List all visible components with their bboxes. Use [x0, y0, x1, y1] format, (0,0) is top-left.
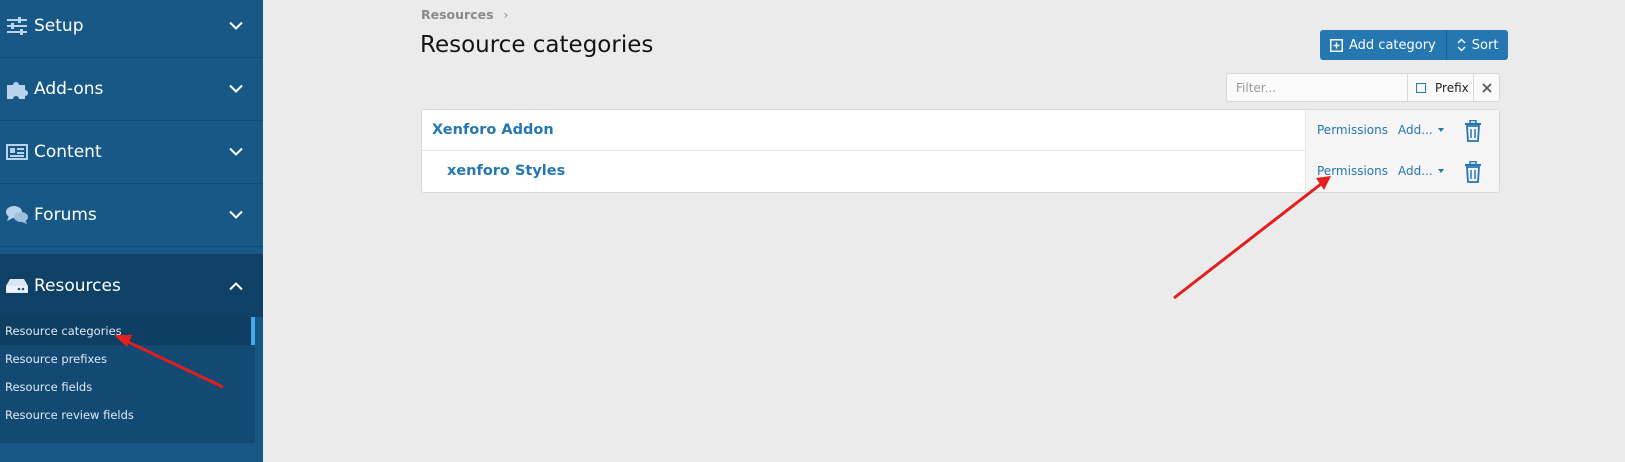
sort-button[interactable]: Sort — [1445, 30, 1509, 60]
nav-section-label: Forums — [34, 205, 97, 225]
row-actions: Permissions Add... — [1305, 151, 1499, 192]
add-menu-label: Add... — [1398, 123, 1433, 137]
content-icon — [6, 141, 28, 163]
breadcrumb: Resources › — [421, 7, 508, 22]
subnav-resource-fields[interactable]: Resource fields — [0, 373, 255, 401]
breadcrumb-separator: › — [503, 7, 509, 22]
toolbar-button-group: Add category Sort — [1320, 30, 1509, 60]
chevron-down-icon — [229, 210, 243, 219]
trash-icon[interactable] — [1463, 120, 1483, 142]
subnav-resource-review-fields[interactable]: Resource review fields — [0, 401, 255, 429]
nav-section-resources[interactable]: Resources — [0, 254, 263, 317]
permissions-link[interactable]: Permissions — [1317, 164, 1388, 178]
nav-section-add-ons[interactable]: Add-ons — [0, 58, 263, 121]
category-list: Xenforo Addon Permissions Add... xenforo… — [421, 109, 1500, 193]
add-menu-button[interactable]: Add... — [1398, 123, 1444, 137]
annotation-arrow-permissions — [1173, 176, 1331, 300]
subnav-resource-categories[interactable]: Resource categories — [0, 317, 255, 345]
puzzle-icon — [6, 78, 28, 100]
category-name-link[interactable]: Xenforo Addon — [432, 122, 554, 138]
category-name-link[interactable]: xenforo Styles — [447, 163, 565, 179]
sort-label: Sort — [1471, 37, 1499, 53]
plus-square-icon — [1330, 38, 1343, 52]
sort-icon — [1457, 38, 1466, 52]
category-row: Xenforo Addon Permissions Add... — [422, 110, 1499, 151]
nav-section-label: Resources — [34, 275, 121, 296]
breadcrumb-item-resources[interactable]: Resources — [421, 7, 494, 22]
permissions-link[interactable]: Permissions — [1317, 123, 1388, 137]
subnav-resource-prefixes[interactable]: Resource prefixes — [0, 345, 255, 373]
comments-icon — [6, 204, 28, 226]
add-menu-button[interactable]: Add... — [1398, 164, 1444, 178]
chevron-up-icon — [229, 281, 243, 290]
chevron-down-icon — [229, 21, 243, 30]
filter-bar: Prefix — [1226, 73, 1500, 102]
caret-down-icon — [1437, 128, 1444, 132]
page-title: Resource categories — [420, 32, 654, 58]
nav-section-label: Content — [34, 142, 102, 162]
category-row: xenforo Styles Permissions Add... — [422, 151, 1499, 192]
add-category-button[interactable]: Add category — [1320, 30, 1446, 60]
hard-drive-icon — [6, 275, 28, 297]
chevron-down-icon — [229, 84, 243, 93]
nav-section-content[interactable]: Content — [0, 121, 263, 184]
sidebar: Setup Add-ons Content Forums Resources R… — [0, 0, 263, 462]
add-menu-label: Add... — [1398, 164, 1433, 178]
trash-icon[interactable] — [1463, 161, 1483, 183]
nav-section-label: Setup — [34, 16, 84, 36]
prefix-checkbox[interactable]: Prefix — [1407, 74, 1473, 101]
sliders-icon — [6, 15, 28, 37]
nav-section-forums[interactable]: Forums — [0, 184, 263, 247]
checkbox-icon — [1416, 82, 1426, 93]
caret-down-icon — [1437, 169, 1444, 173]
nav-section-label: Add-ons — [34, 79, 104, 99]
chevron-down-icon — [229, 147, 243, 156]
row-actions: Permissions Add... — [1305, 110, 1499, 151]
add-category-label: Add category — [1349, 37, 1436, 53]
prefix-label: Prefix — [1435, 80, 1469, 95]
resources-subnav: Resource categories Resource prefixes Re… — [0, 317, 255, 443]
filter-input[interactable] — [1227, 74, 1407, 101]
clear-filter-button[interactable] — [1473, 74, 1499, 101]
nav-section-setup[interactable]: Setup — [0, 0, 263, 58]
close-icon — [1481, 82, 1492, 93]
